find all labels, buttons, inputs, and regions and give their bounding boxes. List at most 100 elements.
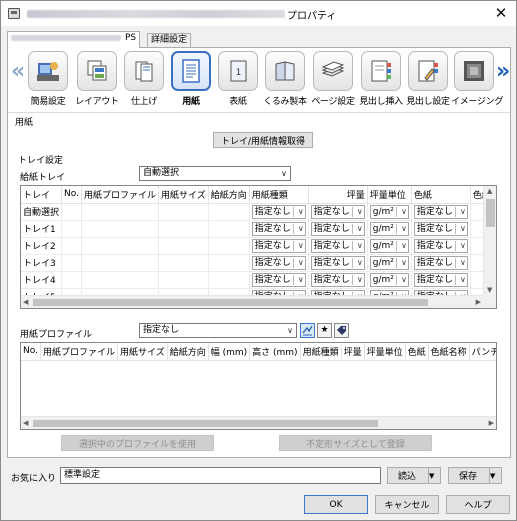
table-row[interactable]: トレイ3 指定なし 指定なし g/m² 指定なし (21, 254, 496, 272)
col-feed-direction[interactable]: 給紙方向 (208, 186, 250, 204)
col-tray[interactable]: トレイ (21, 186, 63, 204)
col-color-name[interactable]: 色紙名称 (428, 343, 470, 361)
basis-weight-select[interactable]: 指定なし (310, 238, 365, 253)
weight-unit-select[interactable]: g/m² (369, 221, 409, 236)
ribbon-item-page-setting[interactable]: ページ設定 (310, 51, 356, 107)
col-punch[interactable]: パンチ穴 (469, 343, 496, 361)
scroll-up-icon[interactable]: ▲ (487, 187, 492, 195)
col-paper-size[interactable]: 用紙サイズ (117, 343, 168, 361)
col-no[interactable]: No. (21, 343, 41, 361)
ok-button[interactable]: OK (304, 495, 368, 514)
help-button[interactable]: ヘルプ (446, 495, 510, 514)
col-paper-profile[interactable]: 用紙プロファイル (81, 186, 159, 204)
col-feed-direction[interactable]: 給紙方向 (167, 343, 209, 361)
blurred-tab-prefix (11, 34, 121, 41)
register-custom-size-button[interactable]: 不定形サイズとして登録 (279, 435, 432, 451)
color-paper-select[interactable]: 指定なし (413, 272, 468, 287)
color-paper-select[interactable]: 指定なし (413, 221, 468, 236)
tray-table-hscroll[interactable]: ◀ ▶ (21, 295, 483, 308)
paper-type-select[interactable]: 指定なし (251, 238, 306, 253)
profile-table-header: No. 用紙プロファイル 用紙サイズ 給紙方向 幅 (mm) 高さ (mm) 用… (21, 343, 496, 361)
scroll-left-icon[interactable]: ◀ (23, 298, 28, 306)
basis-weight-select[interactable]: 指定なし (310, 272, 365, 287)
col-paper-type[interactable]: 用紙種類 (300, 343, 342, 361)
color-paper-select[interactable]: 指定なし (413, 204, 468, 219)
ribbon-item-tab-setting[interactable]: 見出し設定 (405, 51, 451, 107)
chevron-down-icon[interactable]: ▼ (489, 468, 501, 483)
use-selected-profile-button[interactable]: 選択中のプロファイルを使用 (61, 435, 214, 451)
cover-icon: 1 (230, 60, 247, 82)
basis-weight-select[interactable]: 指定なし (310, 204, 365, 219)
ribbon-item-tab-insert[interactable]: 見出し挿入 (358, 51, 404, 107)
feed-tray-select[interactable]: 自動選択 ∨ (139, 166, 291, 181)
weight-unit-select[interactable]: g/m² (369, 204, 409, 219)
col-paper-size[interactable]: 用紙サイズ (158, 186, 209, 204)
paper-type-select[interactable]: 指定なし (251, 255, 306, 270)
ribbon-right-arrow-icon[interactable]: » (496, 61, 510, 83)
tray-table-vscroll[interactable]: ▲ ▼ (483, 186, 496, 295)
blurred-printer-name (27, 10, 285, 18)
tab-ps[interactable]: PS (7, 31, 141, 48)
col-width[interactable]: 幅 (mm) (208, 343, 251, 361)
close-icon[interactable]: ✕ (490, 3, 512, 23)
table-row[interactable]: トレイ1 指定なし 指定なし g/m² 指定なし (21, 220, 496, 238)
ribbon-item-layout[interactable]: レイアウト (74, 51, 120, 107)
ribbon-left-arrow-icon[interactable]: « (11, 61, 25, 83)
favorite-star-icon[interactable]: ★ (317, 323, 332, 338)
scroll-corner (483, 295, 496, 308)
tab-panel: « 簡易設定 レイアウト 仕上げ 用紙 1 表紙 くるみ製本 ページ設定 見出し… (7, 47, 511, 458)
tab-setting-icon (418, 60, 438, 82)
col-paper-profile[interactable]: 用紙プロファイル (40, 343, 118, 361)
scroll-thumb[interactable] (33, 299, 428, 306)
basis-weight-select[interactable]: 指定なし (310, 221, 365, 236)
scroll-right-icon[interactable]: ▶ (489, 419, 494, 427)
edit-profile-icon[interactable] (300, 323, 315, 338)
scroll-right-icon[interactable]: ▶ (476, 298, 481, 306)
feed-tray-label: 給紙トレイ (20, 173, 66, 183)
weight-unit-select[interactable]: g/m² (369, 238, 409, 253)
ribbon-item-perfect-binding[interactable]: くるみ製本 (262, 51, 308, 107)
weight-unit-select[interactable]: g/m² (369, 255, 409, 270)
scroll-thumb[interactable] (486, 199, 495, 227)
tab-advanced-settings[interactable]: 詳細設定 (147, 33, 192, 47)
color-paper-select[interactable]: 指定なし (413, 238, 468, 253)
tag-icon[interactable] (334, 323, 349, 338)
scroll-left-icon[interactable]: ◀ (23, 419, 28, 427)
col-paper-type[interactable]: 用紙種類 (249, 186, 309, 204)
table-row[interactable]: トレイ2 指定なし 指定なし g/m² 指定なし (21, 237, 496, 255)
cancel-button[interactable]: キャンセル (375, 495, 439, 514)
col-weight-unit[interactable]: 坪量単位 (367, 186, 412, 204)
paper-type-select[interactable]: 指定なし (251, 204, 306, 219)
ribbon-item-quick-setup[interactable]: 簡易設定 (25, 51, 71, 107)
chevron-down-icon[interactable]: ▼ (428, 468, 440, 483)
ribbon-item-cover[interactable]: 1 表紙 (215, 51, 261, 107)
col-color-paper[interactable]: 色紙 (411, 186, 471, 204)
paper-profile-select[interactable]: 指定なし ∨ (139, 323, 297, 338)
tray-table[interactable]: トレイ No. 用紙プロファイル 用紙サイズ 給紙方向 用紙種類 坪量 坪量単位… (20, 185, 497, 309)
paper-type-select[interactable]: 指定なし (251, 272, 306, 287)
col-basis-weight[interactable]: 坪量 (308, 186, 368, 204)
profile-table-hscroll[interactable]: ◀ ▶ (21, 416, 496, 429)
favorites-input[interactable]: 標準設定 (60, 467, 381, 484)
ribbon-item-imaging[interactable]: イメージング (451, 51, 503, 107)
get-tray-info-button[interactable]: トレイ/用紙情報取得 (213, 132, 313, 148)
save-favorite-button[interactable]: 保存 ▼ (448, 467, 502, 484)
basis-weight-select[interactable]: 指定なし (310, 255, 365, 270)
ribbon-item-paper[interactable]: 用紙 (168, 51, 214, 107)
scroll-thumb[interactable] (33, 420, 378, 427)
paper-profile-table[interactable]: No. 用紙プロファイル 用紙サイズ 給紙方向 幅 (mm) 高さ (mm) 用… (20, 342, 497, 430)
paper-type-select[interactable]: 指定なし (251, 221, 306, 236)
col-weight-unit[interactable]: 坪量単位 (364, 343, 406, 361)
col-height[interactable]: 高さ (mm) (249, 343, 301, 361)
col-no[interactable]: No. (61, 186, 82, 204)
tray-settings-group-label: トレイ設定 (18, 156, 64, 166)
weight-unit-select[interactable]: g/m² (369, 272, 409, 287)
col-color-paper[interactable]: 色紙 (405, 343, 429, 361)
table-row[interactable]: 自動選択 指定なし 指定なし g/m² 指定なし (21, 203, 496, 221)
color-paper-select[interactable]: 指定なし (413, 255, 468, 270)
ribbon-item-finishing[interactable]: 仕上げ (121, 51, 167, 107)
load-favorite-button[interactable]: 読込 ▼ (387, 467, 441, 484)
col-basis-weight[interactable]: 坪量 (341, 343, 365, 361)
scroll-down-icon[interactable]: ▼ (487, 286, 492, 294)
table-row[interactable]: トレイ4 指定なし 指定なし g/m² 指定なし (21, 271, 496, 289)
